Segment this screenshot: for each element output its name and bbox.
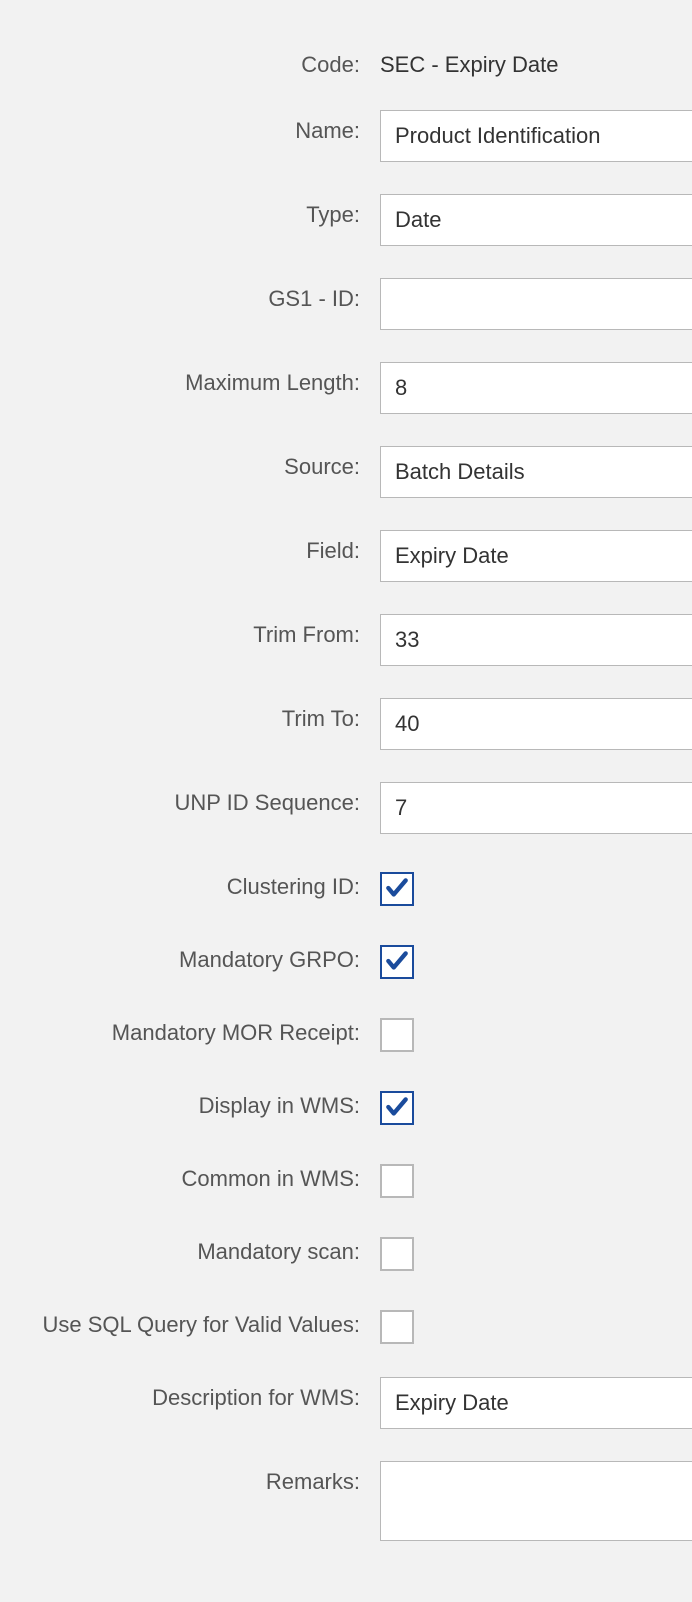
label-maxlen: Maximum Length: [20,358,380,396]
label-code: Code: [20,40,380,78]
label-sqlvalid: Use SQL Query for Valid Values: [20,1300,380,1338]
checkbox-mmor[interactable] [380,1018,414,1052]
row-descwms: Description for WMS: [20,1373,692,1429]
label-dispwms: Display in WMS: [20,1081,380,1119]
textarea-remarks[interactable] [380,1461,692,1541]
input-unpseq[interactable] [380,782,692,834]
label-field: Field: [20,526,380,564]
row-unpseq: UNP ID Sequence: [20,778,692,834]
label-mscan: Mandatory scan: [20,1227,380,1265]
check-icon [384,1094,410,1120]
label-mgrpo: Mandatory GRPO: [20,935,380,973]
checkbox-mscan[interactable] [380,1237,414,1271]
input-descwms[interactable] [380,1377,692,1429]
label-trimfrom: Trim From: [20,610,380,648]
row-clustering: Clustering ID: [20,862,692,911]
form-container: Code: SEC - Expiry Date Name: Type: GS1 … [0,0,692,1546]
row-mscan: Mandatory scan: [20,1227,692,1276]
row-maxlen: Maximum Length: [20,358,692,414]
row-source: Source: [20,442,692,498]
input-gs1[interactable] [380,278,692,330]
row-mmor: Mandatory MOR Receipt: [20,1008,692,1057]
row-sqlvalid: Use SQL Query for Valid Values: [20,1300,692,1349]
label-type: Type: [20,190,380,228]
input-field[interactable] [380,530,692,582]
row-type: Type: [20,190,692,246]
label-clustering: Clustering ID: [20,862,380,900]
checkbox-dispwms[interactable] [380,1091,414,1125]
row-trimto: Trim To: [20,694,692,750]
row-remarks: Remarks: [20,1457,692,1546]
input-source[interactable] [380,446,692,498]
label-mmor: Mandatory MOR Receipt: [20,1008,380,1046]
checkbox-commonwms[interactable] [380,1164,414,1198]
checkbox-mgrpo[interactable] [380,945,414,979]
row-commonwms: Common in WMS: [20,1154,692,1203]
check-icon [384,948,410,974]
row-name: Name: [20,106,692,162]
checkbox-sqlvalid[interactable] [380,1310,414,1344]
label-commonwms: Common in WMS: [20,1154,380,1192]
row-trimfrom: Trim From: [20,610,692,666]
row-dispwms: Display in WMS: [20,1081,692,1130]
row-field: Field: [20,526,692,582]
checkbox-clustering[interactable] [380,872,414,906]
label-descwms: Description for WMS: [20,1373,380,1411]
row-mgrpo: Mandatory GRPO: [20,935,692,984]
label-name: Name: [20,106,380,144]
input-maxlen[interactable] [380,362,692,414]
value-code: SEC - Expiry Date [380,44,692,78]
input-type[interactable] [380,194,692,246]
label-source: Source: [20,442,380,480]
label-gs1: GS1 - ID: [20,274,380,312]
input-trimfrom[interactable] [380,614,692,666]
row-gs1: GS1 - ID: [20,274,692,330]
label-trimto: Trim To: [20,694,380,732]
input-name[interactable] [380,110,692,162]
label-remarks: Remarks: [20,1457,380,1495]
label-unpseq: UNP ID Sequence: [20,778,380,816]
check-icon [384,875,410,901]
row-code: Code: SEC - Expiry Date [20,40,692,78]
input-trimto[interactable] [380,698,692,750]
